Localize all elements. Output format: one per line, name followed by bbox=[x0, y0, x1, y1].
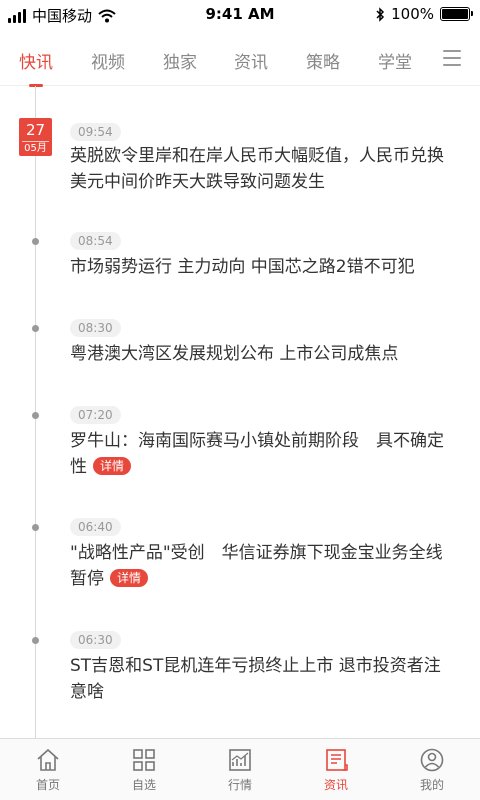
news-icon bbox=[326, 749, 348, 771]
tab-shipin[interactable]: 视频 bbox=[91, 48, 125, 73]
bluetooth-icon bbox=[376, 6, 385, 22]
status-bar: 中国移动 9:41 AM 100% bbox=[0, 0, 480, 30]
tab-kuaixun[interactable]: 快讯 bbox=[19, 48, 53, 87]
news-time: 06:30 bbox=[70, 631, 121, 649]
nav-label: 自选 bbox=[131, 778, 156, 792]
tab-xuetang[interactable]: 学堂 bbox=[378, 48, 412, 73]
detail-tag[interactable]: 详情 bbox=[110, 569, 149, 587]
date-badge: 27 05月 bbox=[19, 118, 52, 156]
nav-news[interactable]: 资讯 bbox=[288, 739, 384, 800]
status-right: 100% bbox=[375, 5, 473, 23]
news-headline[interactable]: 英脱欧令里岸和在岸人民币大幅贬值，人民币兑换美元中间价昨天大跌导致问题发生 bbox=[70, 143, 450, 195]
tab-zixun[interactable]: 资讯 bbox=[234, 48, 268, 73]
nav-label: 我的 bbox=[419, 778, 444, 792]
nav-watchlist[interactable]: 自选 bbox=[96, 739, 192, 800]
detail-tag[interactable]: 详情 bbox=[93, 457, 132, 475]
grid-icon bbox=[133, 749, 155, 771]
news-time: 09:54 bbox=[70, 123, 121, 141]
tab-label: 独家 bbox=[163, 53, 197, 73]
news-time: 06:40 bbox=[70, 518, 121, 536]
home-icon bbox=[37, 748, 59, 771]
tab-label: 策略 bbox=[306, 53, 340, 73]
news-headline[interactable]: 粤港澳大湾区发展规划公布 上市公司成焦点 bbox=[70, 341, 450, 367]
tab-label: 视频 bbox=[91, 53, 125, 73]
news-time: 07:20 bbox=[70, 406, 121, 424]
nav-market[interactable]: 行情 bbox=[192, 739, 288, 800]
battery-icon bbox=[440, 7, 473, 21]
user-icon bbox=[420, 748, 444, 772]
bottom-nav: 首页 自选 行情 资讯 我的 bbox=[0, 738, 480, 800]
tab-celue[interactable]: 策略 bbox=[306, 48, 340, 73]
timeline-dot bbox=[32, 412, 39, 419]
news-time: 08:54 bbox=[70, 232, 121, 250]
tab-label: 学堂 bbox=[378, 53, 412, 73]
tab-label: 资讯 bbox=[234, 53, 268, 73]
nav-label: 首页 bbox=[35, 778, 60, 792]
news-headline[interactable]: ST吉恩和ST昆机连年亏损终止上市 退市投资者注意啥 bbox=[70, 653, 450, 705]
timeline-dot bbox=[32, 325, 39, 332]
nav-label: 资讯 bbox=[323, 778, 348, 792]
news-headline-with-tag[interactable]: 罗牛山：海南国际赛马小镇处前期阶段 具不确定性 详情 bbox=[70, 428, 450, 480]
tab-label: 快讯 bbox=[19, 53, 53, 73]
timeline-dot bbox=[32, 238, 39, 245]
chart-icon bbox=[229, 749, 251, 771]
nav-label: 行情 bbox=[227, 778, 252, 792]
news-timeline[interactable]: 27 05月 09:54 英脱欧令里岸和在岸人民币大幅贬值，人民币兑换美元中间价… bbox=[0, 86, 480, 738]
battery-percent: 100% bbox=[391, 5, 434, 23]
date-day: 27 bbox=[25, 121, 46, 139]
timeline-dot bbox=[32, 524, 39, 531]
tab-dujia[interactable]: 独家 bbox=[163, 48, 197, 73]
date-month: 05月 bbox=[22, 141, 49, 155]
news-headline[interactable]: 市场弱势运行 主力动向 中国芯之路2错不可犯 bbox=[70, 254, 450, 280]
timeline-dot bbox=[32, 637, 39, 644]
news-headline-with-tag[interactable]: "战略性产品"受创 华信证券旗下现金宝业务全线暂停 详情 bbox=[70, 540, 450, 592]
category-tabs: 快讯 视频 独家 资讯 策略 学堂 bbox=[0, 30, 480, 87]
nav-profile[interactable]: 我的 bbox=[384, 739, 480, 800]
nav-home[interactable]: 首页 bbox=[0, 739, 96, 800]
menu-icon[interactable] bbox=[443, 50, 461, 66]
news-time: 08:30 bbox=[70, 319, 121, 337]
